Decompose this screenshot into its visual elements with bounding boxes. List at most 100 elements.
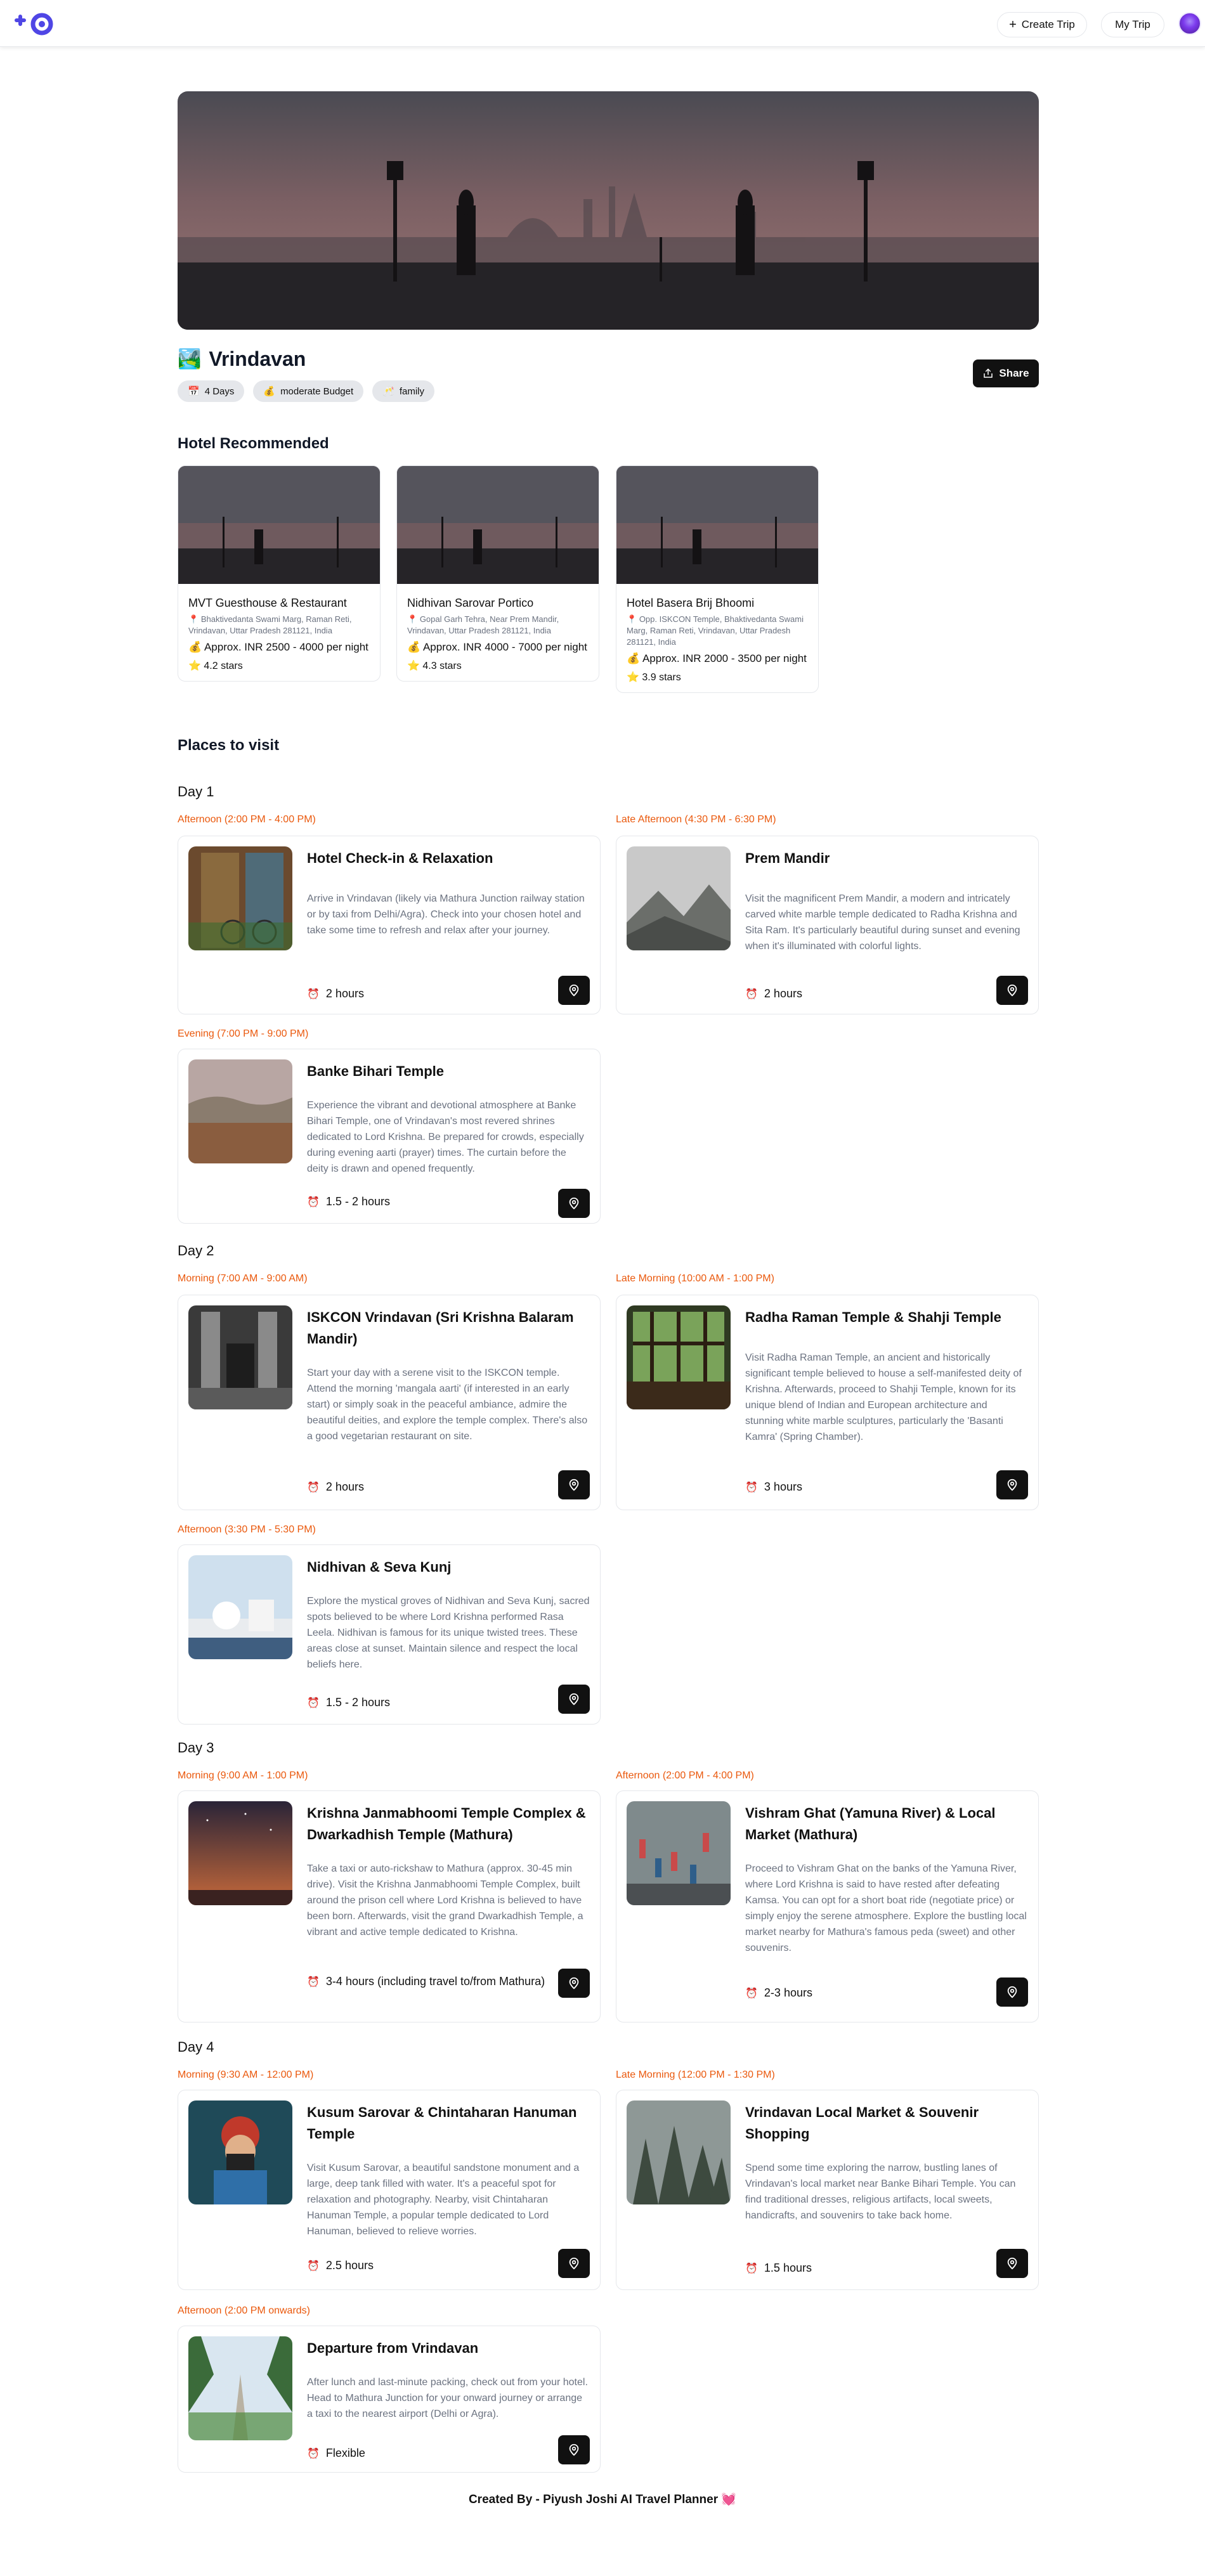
time-slot: Late Morning (12:00 PM - 1:30 PM) — [616, 2069, 775, 2080]
hotel-card[interactable]: Nidhivan Sarovar Portico 📍 Gopal Garh Te… — [396, 465, 599, 682]
place-name: Radha Raman Temple & Shahji Temple — [745, 1309, 1001, 1325]
landscape-icon: 🏞️ — [178, 349, 202, 370]
place-image — [627, 2100, 731, 2204]
place-name: Kusum Sarovar & Chintaharan Hanuman Temp… — [307, 2104, 577, 2142]
place-image — [188, 2336, 292, 2440]
my-trip-button[interactable]: My Trip — [1101, 12, 1164, 37]
map-pin-icon — [569, 2257, 579, 2270]
hotel-name: Hotel Basera Brij Bhoomi — [627, 597, 755, 609]
clock-icon: ⏰ — [307, 2261, 320, 2272]
place-image — [188, 2100, 292, 2204]
time-slot: Morning (7:00 AM - 9:00 AM) — [178, 1273, 308, 1284]
map-location-button[interactable] — [558, 1969, 590, 1998]
place-name: Nidhivan & Seva Kunj — [307, 1559, 452, 1575]
star-icon: ⭐ — [407, 661, 420, 671]
places-heading: Places to visit — [178, 737, 280, 754]
create-trip-label: Create Trip — [1021, 18, 1075, 30]
hotel-image — [178, 466, 380, 584]
duration-text: 3 hours — [764, 1480, 802, 1493]
place-name: ISKCON Vrindavan (Sri Krishna Balaram Ma… — [307, 1309, 574, 1347]
place-card[interactable]: Vrindavan Local Market & Souvenir Shoppi… — [616, 2090, 1039, 2290]
place-details: After lunch and last-minute packing, che… — [307, 2377, 588, 2419]
place-image — [188, 1555, 292, 1659]
map-pin-icon — [1007, 1479, 1017, 1491]
place-duration: ⏰ Flexible — [307, 2444, 549, 2463]
map-location-button[interactable] — [558, 1189, 590, 1218]
place-name: Krishna Janmabhoomi Temple Complex & Dwa… — [307, 1805, 586, 1842]
clock-icon: ⏰ — [307, 1698, 320, 1709]
place-image — [188, 1059, 292, 1163]
map-location-button[interactable] — [558, 976, 590, 1005]
map-location-button[interactable] — [558, 2435, 590, 2464]
place-image — [188, 846, 292, 950]
place-card[interactable]: Kusum Sarovar & Chintaharan Hanuman Temp… — [178, 2090, 601, 2290]
place-card[interactable]: Prem Mandir Visit the magnificent Prem M… — [616, 836, 1039, 1014]
map-location-button[interactable] — [558, 1685, 590, 1714]
hero-image — [178, 91, 1039, 330]
clock-icon: ⏰ — [745, 1482, 758, 1493]
map-location-button[interactable] — [996, 1470, 1028, 1499]
place-card[interactable]: Nidhivan & Seva Kunj Explore the mystica… — [178, 1544, 601, 1725]
place-duration: ⏰ 1.5 - 2 hours — [307, 1693, 549, 1712]
days-pill-label: 4 Days — [204, 385, 235, 397]
money-bag-icon: 💰 — [627, 652, 641, 664]
place-card[interactable]: Hotel Check-in & Relaxation Arrive in Vr… — [178, 836, 601, 1014]
logo-icon[interactable] — [14, 9, 55, 38]
place-card[interactable]: Radha Raman Temple & Shahji Temple Visit… — [616, 1295, 1039, 1510]
clock-icon: ⏰ — [307, 1197, 320, 1208]
place-details: Take a taxi or auto-rickshaw to Mathura … — [307, 1863, 583, 1938]
duration-text: 1.5 - 2 hours — [325, 1195, 390, 1208]
place-card[interactable]: Krishna Janmabhoomi Temple Complex & Dwa… — [178, 1790, 601, 2023]
place-card[interactable]: Vishram Ghat (Yamuna River) & Local Mark… — [616, 1790, 1039, 2023]
duration-text: 1.5 - 2 hours — [325, 1696, 390, 1709]
place-duration: ⏰ 2.5 hours — [307, 2256, 549, 2275]
map-location-button[interactable] — [558, 1470, 590, 1499]
map-pin-icon — [569, 1197, 579, 1210]
travelers-pill-label: family — [399, 385, 424, 397]
map-location-button[interactable] — [558, 2249, 590, 2278]
trip-info-pills: 📅 4 Days 💰 moderate Budget 🥂 family — [178, 380, 434, 402]
money-bag-icon: 💰 — [407, 641, 421, 653]
hotel-address: Bhaktivedanta Swami Marg, Raman Reti, Vr… — [188, 614, 352, 635]
hotel-card[interactable]: MVT Guesthouse & Restaurant 📍 Bhaktiveda… — [178, 465, 381, 682]
star-icon: ⭐ — [188, 661, 201, 671]
share-button[interactable]: Share — [973, 359, 1039, 387]
place-card[interactable]: Banke Bihari Temple Experience the vibra… — [178, 1049, 601, 1224]
map-location-button[interactable] — [996, 2249, 1028, 2278]
location-pin-icon: 📍 — [188, 614, 199, 624]
clock-icon: ⏰ — [745, 2263, 758, 2274]
place-image — [188, 1801, 292, 1905]
map-location-button[interactable] — [996, 976, 1028, 1005]
location-pin-icon: 📍 — [407, 614, 418, 624]
place-details: Proceed to Vishram Ghat on the banks of … — [745, 1863, 1027, 1953]
clock-icon: ⏰ — [307, 1482, 320, 1493]
place-image — [188, 1305, 292, 1409]
place-details: Visit the magnificent Prem Mandir, a mod… — [745, 893, 1020, 952]
time-slot: Afternoon (3:30 PM - 5:30 PM) — [178, 1524, 316, 1535]
location-pin-icon: 📍 — [627, 614, 637, 624]
create-trip-button[interactable]: + Create Trip — [997, 12, 1087, 37]
clock-icon: ⏰ — [307, 1977, 320, 1988]
travelers-pill: 🥂 family — [372, 380, 434, 402]
place-duration: ⏰ 3 hours — [745, 1478, 987, 1497]
time-slot: Morning (9:30 AM - 12:00 PM) — [178, 2069, 314, 2080]
time-slot: Afternoon (2:00 PM - 4:00 PM) — [178, 814, 316, 825]
place-name: Hotel Check-in & Relaxation — [307, 850, 493, 866]
hotel-card[interactable]: Hotel Basera Brij Bhoomi 📍 Opp. ISKCON T… — [616, 465, 819, 693]
place-name: Vishram Ghat (Yamuna River) & Local Mark… — [745, 1805, 996, 1842]
duration-text: 2-3 hours — [764, 1986, 812, 1999]
map-location-button[interactable] — [996, 1977, 1028, 2007]
place-details: Experience the vibrant and devotional at… — [307, 1100, 584, 1174]
place-duration: ⏰ 2 hours — [307, 985, 549, 1004]
budget-pill: 💰 moderate Budget — [253, 380, 364, 402]
clock-icon: ⏰ — [307, 989, 320, 1000]
user-avatar[interactable] — [1178, 12, 1201, 35]
hotel-price: Approx. INR 4000 - 7000 per night — [422, 641, 587, 653]
day-heading: Day 2 — [178, 1243, 214, 1259]
place-card[interactable]: Departure from Vrindavan After lunch and… — [178, 2326, 601, 2473]
place-card[interactable]: ISKCON Vrindavan (Sri Krishna Balaram Ma… — [178, 1295, 601, 1510]
time-slot: Evening (7:00 PM - 9:00 PM) — [178, 1028, 309, 1039]
share-label: Share — [999, 367, 1029, 379]
map-pin-icon — [569, 984, 579, 997]
place-duration: ⏰ 2 hours — [745, 985, 987, 1004]
